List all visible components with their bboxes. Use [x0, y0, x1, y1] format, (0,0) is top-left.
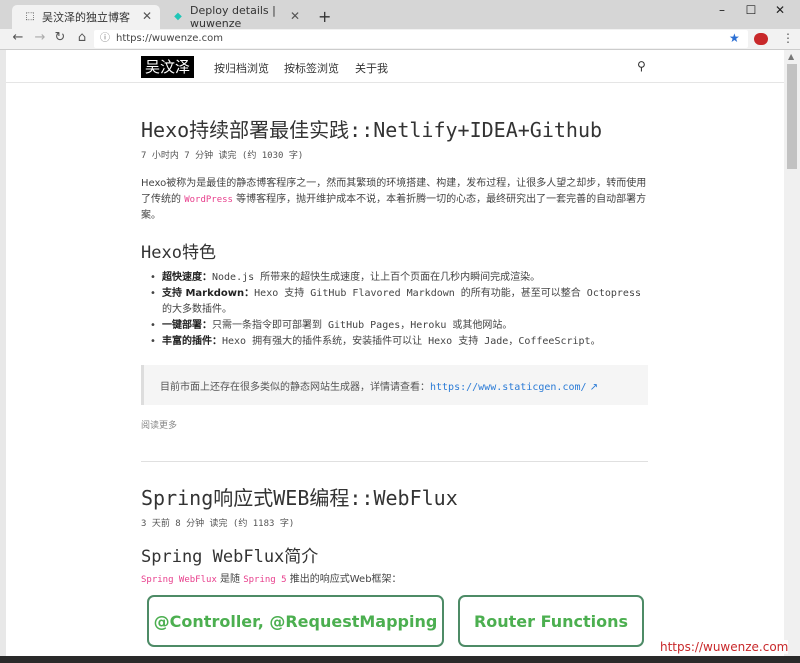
controller-diagram-box: @Controller, @RequestMapping	[147, 595, 444, 647]
reload-button[interactable]: ↻	[52, 30, 68, 45]
new-tab-button[interactable]: +	[318, 7, 331, 26]
section-heading: Spring WebFlux简介	[141, 547, 319, 567]
browser-window: ⬚ 吴汶泽的独立博客 ✕ ◆ Deploy details | wuwenze …	[0, 0, 800, 663]
read-more-link[interactable]: 阅读更多	[141, 418, 177, 431]
list-item: 支持 Markdown：Hexo 支持 GitHub Flavored Mark…	[150, 286, 656, 318]
tab-strip: ⬚ 吴汶泽的独立博客 ✕ ◆ Deploy details | wuwenze …	[0, 0, 800, 30]
feature-text: Node.js 所带来的超快生成速度，让上百个页面在几秒内瞬间完成渲染。	[212, 272, 541, 283]
feature-label: 超快速度：	[162, 272, 212, 283]
nav-archive-link[interactable]: 按归档浏览	[214, 60, 269, 76]
site-info-icon[interactable]: ⓘ	[100, 30, 110, 48]
close-tab-icon[interactable]: ✕	[142, 9, 152, 23]
staticgen-link[interactable]: https://www.staticgen.com/	[430, 382, 587, 393]
scroll-up-arrow-icon[interactable]: ▲	[788, 52, 794, 61]
browser-toolbar: ← → ↻ ⌂ ⓘ https://wuwenze.com ★ ⋮	[0, 29, 800, 50]
site-navbar: 吴汶泽 按归档浏览 按标签浏览 关于我 ⚲	[6, 50, 784, 83]
list-item: 丰富的插件：Hexo 拥有强大的插件系统，安装插件可以让 Hexo 支持 Jad…	[150, 334, 656, 350]
list-item: 超快速度：Node.js 所带来的超快生成速度，让上百个页面在几秒内瞬间完成渲染…	[150, 270, 656, 286]
inline-code-webflux: Spring WebFlux	[141, 575, 217, 585]
tab-title: 吴汶泽的独立博客	[42, 11, 130, 24]
inline-code-wordpress: WordPress	[184, 195, 233, 205]
tab-blog[interactable]: ⬚ 吴汶泽的独立博客 ✕	[12, 5, 160, 29]
home-button[interactable]: ⌂	[74, 30, 90, 45]
netlify-favicon-icon: ◆	[174, 11, 182, 22]
post-title-webflux[interactable]: Spring响应式WEB编程::WebFlux	[141, 482, 458, 511]
close-window-button[interactable]: ✕	[770, 3, 790, 17]
nav-tags-link[interactable]: 按标签浏览	[284, 60, 339, 76]
back-button[interactable]: ←	[10, 30, 26, 45]
watermark-text: https://wuwenze.com	[660, 640, 789, 654]
note-text: 目前市面上还存在很多类似的静态网站生成器，详情请查看：	[160, 382, 430, 393]
bookmark-star-icon[interactable]: ★	[729, 31, 740, 45]
page-favicon-icon: ⬚	[25, 11, 35, 22]
feature-list: 超快速度：Node.js 所带来的超快生成速度，让上百个页面在几秒内瞬间完成渲染…	[150, 270, 656, 350]
address-bar[interactable]: ⓘ https://wuwenze.com	[94, 30, 748, 48]
post-intro: Hexo被称为是最佳的静态博客程序之一，然而其繁琐的环境搭建、构建，发布过程，让…	[141, 176, 651, 224]
scrollbar-thumb[interactable]	[787, 64, 797, 169]
forward-button[interactable]: →	[32, 30, 48, 45]
feature-label: 丰富的插件：	[162, 336, 222, 347]
feature-text: 只需一条指令即可部署到 GitHub Pages，Heroku 或其他网站。	[212, 320, 513, 331]
inline-code-spring5: Spring 5	[243, 575, 287, 585]
browser-menu-icon[interactable]: ⋮	[782, 31, 794, 45]
intro-text: 是随	[216, 574, 244, 585]
site-brand-logo[interactable]: 吴汶泽	[141, 56, 195, 78]
post-divider	[141, 461, 648, 462]
os-taskbar	[0, 656, 800, 663]
post-meta: 7 小时内 7 分钟 读完 (约 1030 字)	[141, 151, 304, 161]
section-heading: Hexo特色	[141, 243, 216, 263]
maximize-button[interactable]: ☐	[741, 3, 761, 17]
feature-text: Hexo 拥有强大的插件系统，安装插件可以让 Hexo 支持 Jade，Coff…	[222, 336, 601, 347]
minimize-button[interactable]: –	[712, 3, 732, 17]
post-meta: 3 天前 8 分钟 读完 (约 1183 字)	[141, 519, 295, 529]
nav-about-link[interactable]: 关于我	[355, 60, 388, 76]
router-functions-diagram-box: Router Functions	[458, 595, 644, 647]
blockquote-note: 目前市面上还存在很多类似的静态网站生成器，详情请查看：https://www.s…	[141, 365, 648, 405]
tab-deploy-details[interactable]: ◆ Deploy details | wuwenze ✕	[160, 4, 308, 30]
list-item: 一键部署：只需一条指令即可部署到 GitHub Pages，Heroku 或其他…	[150, 318, 656, 334]
close-tab-icon[interactable]: ✕	[290, 9, 300, 23]
post-title-hexo[interactable]: Hexo持续部署最佳实践::Netlify+IDEA+Github	[141, 114, 602, 143]
feature-label: 支持 Markdown：	[162, 288, 255, 299]
feature-label: 一键部署：	[162, 320, 212, 331]
search-icon[interactable]: ⚲	[637, 59, 646, 73]
url-text: https://wuwenze.com	[116, 33, 223, 44]
page-scrollbar[interactable]: ▲	[784, 50, 800, 663]
external-link-icon: ↗	[589, 382, 599, 393]
web-page: 吴汶泽 按归档浏览 按标签浏览 关于我 ⚲ Hexo持续部署最佳实践::Netl…	[6, 50, 784, 663]
intro-text: 推出的响应式Web框架：	[286, 574, 402, 585]
post-intro: Spring WebFlux 是随 Spring 5 推出的响应式Web框架：	[141, 572, 651, 588]
extension-icon[interactable]	[754, 33, 768, 45]
